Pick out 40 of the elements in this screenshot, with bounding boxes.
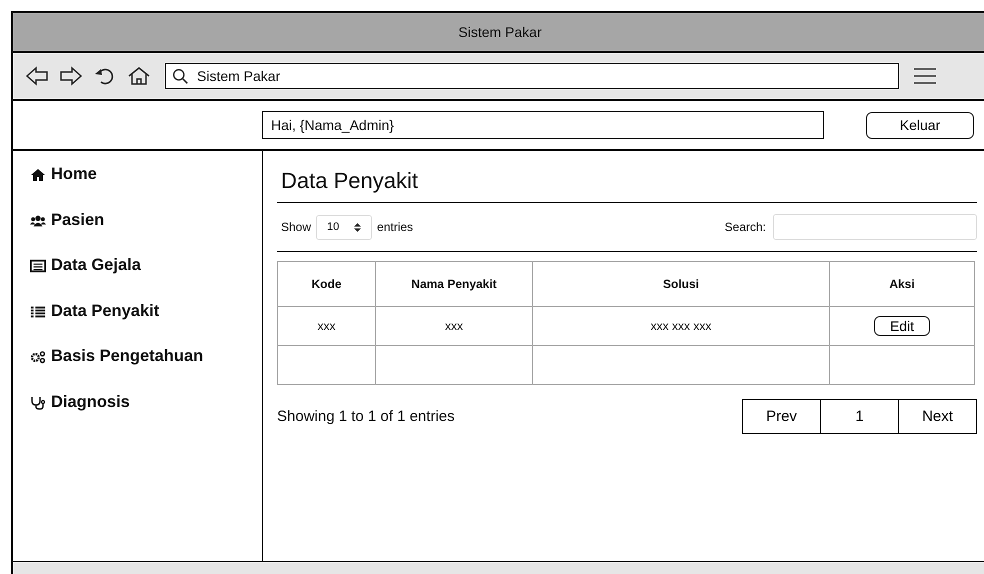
address-bar[interactable]: Sistem Pakar xyxy=(165,63,899,89)
column-header: Nama Penyakit xyxy=(376,262,532,306)
sidebar-item[interactable]: Basis Pengetahuan xyxy=(13,345,262,390)
edit-button[interactable]: Edit xyxy=(874,316,930,336)
logout-button[interactable]: Keluar xyxy=(866,112,974,138)
menu-icon[interactable] xyxy=(913,67,937,85)
sidebar-item[interactable]: Diagnosis xyxy=(13,390,262,436)
table-cell: xxx xxx xxx xyxy=(532,306,830,346)
home-icon xyxy=(30,168,46,182)
forward-icon[interactable] xyxy=(59,66,83,86)
sidebar-item[interactable]: Pasien xyxy=(13,208,262,254)
entries-info: Showing 1 to 1 of 1 entries xyxy=(277,408,455,425)
search-label: Search: xyxy=(724,220,766,234)
home-icon[interactable] xyxy=(127,66,151,86)
users-icon xyxy=(30,214,46,228)
page-title: Data Penyakit xyxy=(277,165,977,203)
sidebar-item[interactable]: Home xyxy=(13,163,262,208)
table-cell: xxx xyxy=(278,306,376,346)
sidebar-item[interactable]: Data Penyakit xyxy=(13,300,262,345)
search-icon xyxy=(172,68,189,84)
show-label: Show xyxy=(281,220,312,234)
address-text: Sistem Pakar xyxy=(197,68,280,84)
card-icon xyxy=(30,259,46,273)
page-size-select[interactable]: 10 xyxy=(316,214,372,240)
prev-button[interactable]: Prev xyxy=(742,399,821,434)
stethoscope-icon xyxy=(30,396,46,410)
column-header: Kode xyxy=(278,262,376,306)
page-button[interactable]: 1 xyxy=(820,399,899,434)
list-icon xyxy=(30,304,46,318)
window-title: Sistem Pakar xyxy=(458,24,542,40)
entries-label: entries xyxy=(377,220,414,234)
sort-caret-icon xyxy=(354,222,362,232)
next-button[interactable]: Next xyxy=(898,399,977,434)
sidebar-item[interactable]: Data Gejala xyxy=(13,254,262,300)
column-header: Aksi xyxy=(830,262,974,306)
search-field[interactable] xyxy=(773,214,977,240)
greeting-field: Hai, {Nama_Admin} xyxy=(262,111,824,139)
column-header: Solusi xyxy=(532,262,830,306)
back-icon[interactable] xyxy=(25,66,49,86)
table-cell: xxx xyxy=(376,306,532,346)
